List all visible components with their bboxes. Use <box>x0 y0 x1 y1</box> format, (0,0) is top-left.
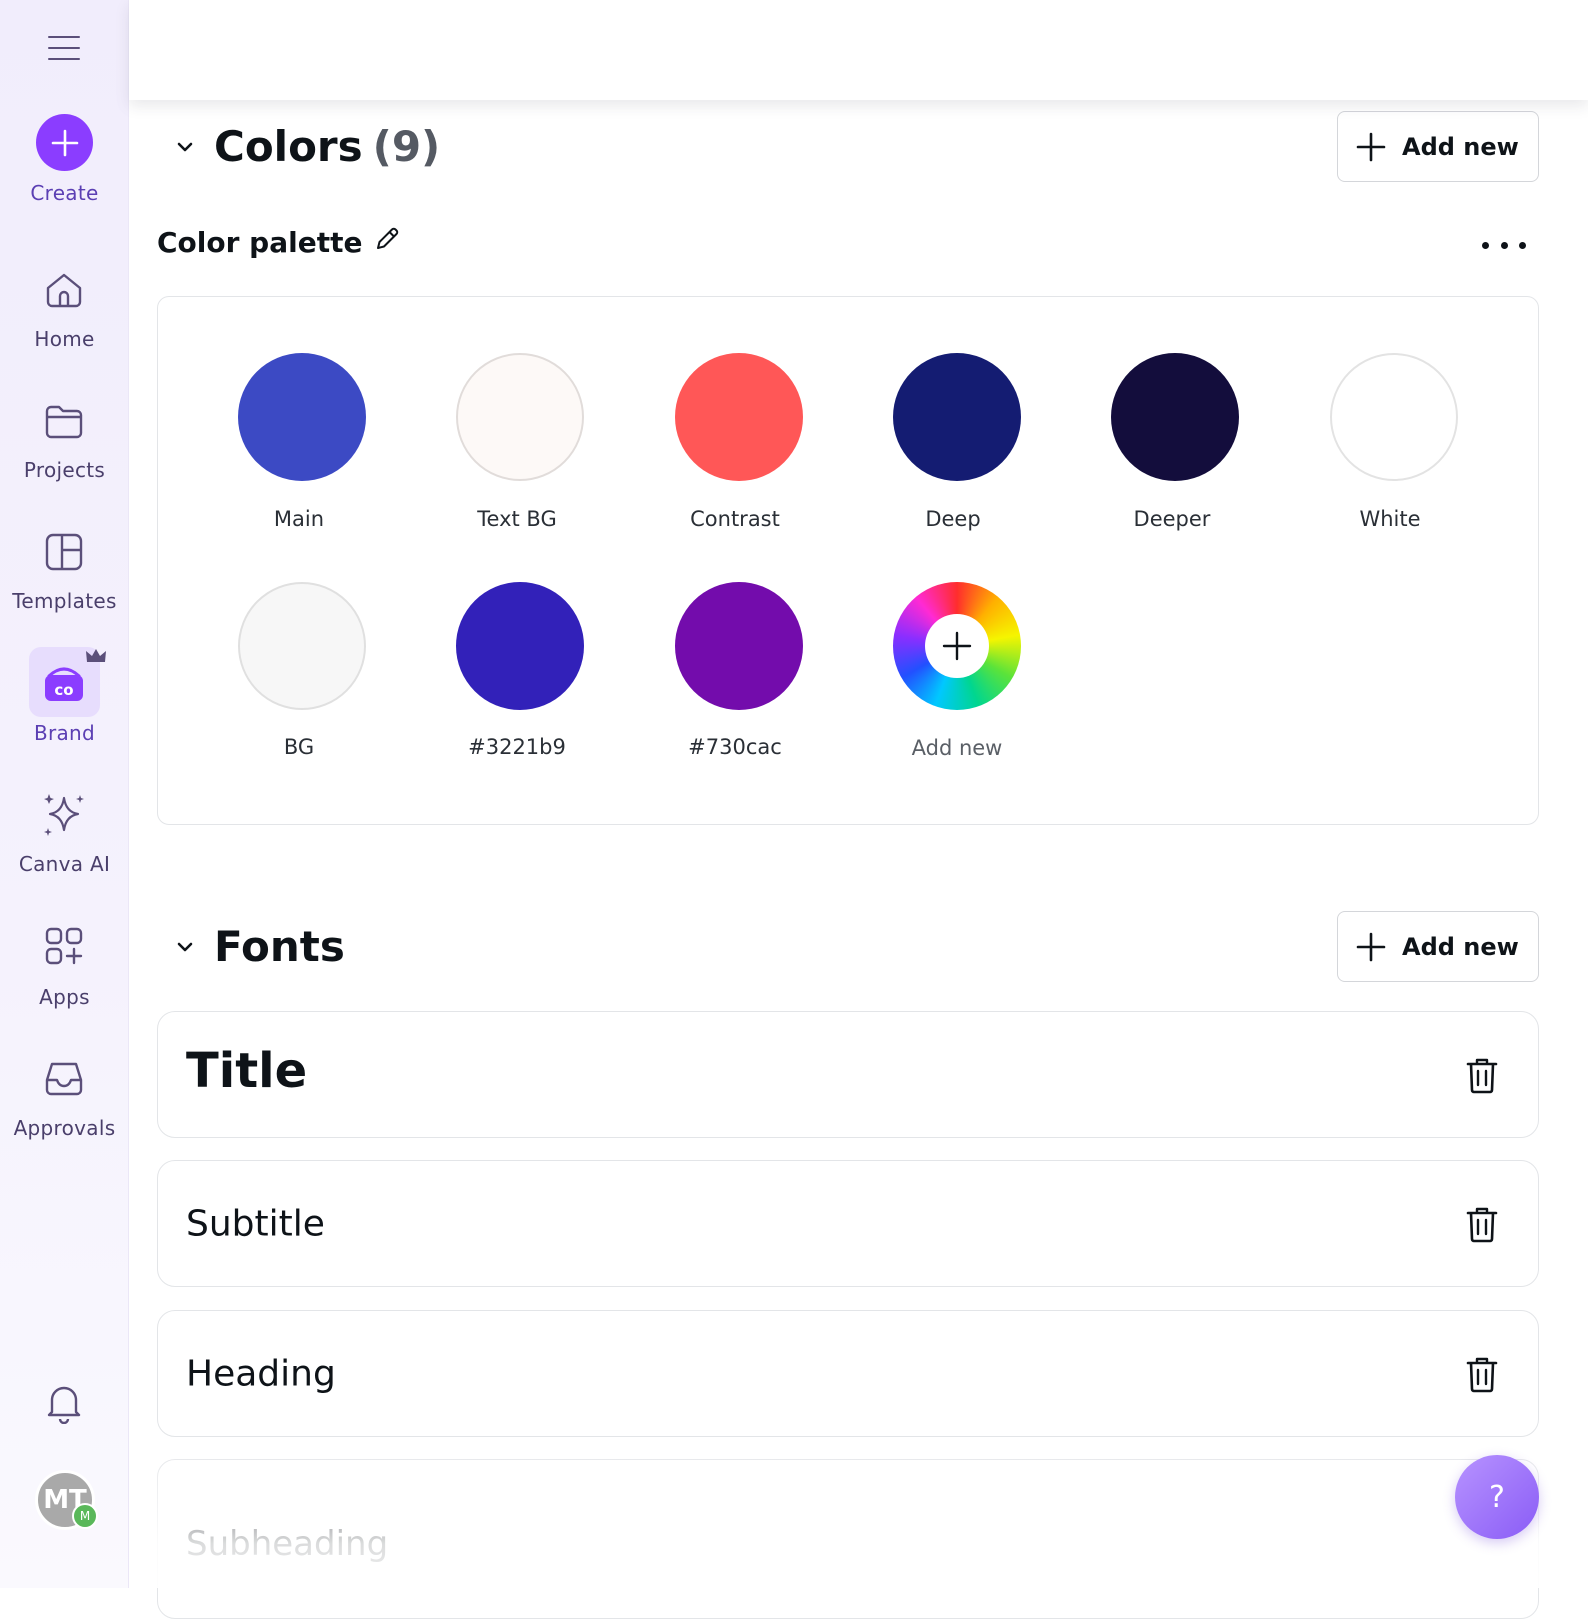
add-swatch-label: Add new <box>911 736 1003 760</box>
menu-icon[interactable] <box>48 36 80 64</box>
avatar-badge: M <box>72 1503 98 1529</box>
font-name: Subtitle <box>186 1203 325 1244</box>
colors-count: (9) <box>372 122 441 171</box>
font-row-heading[interactable]: Heading <box>157 1310 1539 1437</box>
help-label: ? <box>1489 1479 1505 1515</box>
swatch-label: Deeper <box>1133 507 1211 531</box>
sidebar-item-approvals[interactable]: Approvals <box>0 1116 129 1140</box>
swatch-deeper[interactable] <box>1111 353 1239 481</box>
add-color-label: Add new <box>1402 132 1519 161</box>
sidebar: Create Home Projects Templates co Brand … <box>0 0 129 1588</box>
font-row-title[interactable]: Title <box>157 1011 1539 1138</box>
swatch-label: #3221b9 <box>468 735 566 759</box>
palette-title-text: Color palette <box>157 226 363 259</box>
plus-icon <box>1356 932 1386 961</box>
sidebar-item-projects[interactable]: Projects <box>0 458 129 482</box>
add-font-button[interactable]: Add new <box>1337 911 1539 982</box>
add-color-button[interactable]: Add new <box>1337 111 1539 182</box>
swatch-label: White <box>1359 507 1421 531</box>
swatch-730cac[interactable] <box>675 582 803 710</box>
fonts-title: Fonts <box>214 922 345 971</box>
palette-title: Color palette <box>157 226 400 259</box>
font-name: Title <box>186 1042 308 1099</box>
trash-icon[interactable] <box>1464 1205 1500 1243</box>
font-row-subtitle[interactable]: Subtitle <box>157 1160 1539 1287</box>
trash-icon[interactable] <box>1464 1355 1500 1393</box>
colors-section-header: Colors (9) <box>170 122 440 171</box>
add-color-swatch-button[interactable] <box>893 582 1021 710</box>
apps-icon[interactable] <box>40 922 88 970</box>
swatch-label: Text BG <box>477 507 557 531</box>
fonts-section-header: Fonts <box>170 922 345 971</box>
swatch-text-bg[interactable] <box>456 353 584 481</box>
sidebar-item-brand-label: Brand <box>33 721 96 745</box>
trash-icon[interactable] <box>1464 1056 1500 1094</box>
swatch-label: #730cac <box>688 735 782 759</box>
add-font-label: Add new <box>1402 932 1519 961</box>
plus-icon <box>942 631 972 661</box>
sparkle-icon[interactable] <box>40 790 88 838</box>
create-label: Create <box>30 181 99 205</box>
swatch-contrast[interactable] <box>675 353 803 481</box>
top-bar <box>129 0 1588 100</box>
colors-title: Colors <box>214 122 363 171</box>
swatch-label: Main <box>273 507 325 531</box>
sidebar-item-canva-ai[interactable]: Canva AI <box>0 852 129 876</box>
swatch-label: Contrast <box>690 507 780 531</box>
sidebar-item-apps[interactable]: Apps <box>0 985 129 1009</box>
pencil-icon[interactable] <box>374 226 400 259</box>
font-row-subheading[interactable]: Subheading <box>157 1459 1539 1619</box>
swatch-bg[interactable] <box>238 582 366 710</box>
brand-icon: co <box>40 658 88 706</box>
swatch-3221b9[interactable] <box>456 582 584 710</box>
home-icon[interactable] <box>40 266 88 314</box>
more-options-icon[interactable] <box>1482 232 1526 258</box>
plus-icon <box>51 129 78 156</box>
sidebar-item-templates[interactable]: Templates <box>0 589 129 613</box>
font-name: Heading <box>186 1353 336 1394</box>
templates-icon[interactable] <box>40 528 88 576</box>
swatch-label: BG <box>283 735 315 759</box>
inbox-icon[interactable] <box>40 1054 88 1102</box>
chevron-down-icon[interactable] <box>170 932 200 962</box>
bell-icon[interactable] <box>40 1378 88 1426</box>
help-button[interactable]: ? <box>1455 1455 1539 1539</box>
folder-icon[interactable] <box>40 397 88 445</box>
create-button[interactable] <box>36 114 93 171</box>
brand-logo-text: co <box>54 681 73 699</box>
plus-icon <box>1356 132 1386 161</box>
swatch-deep[interactable] <box>893 353 1021 481</box>
font-name: Subheading <box>186 1524 389 1564</box>
swatch-label: Deep <box>925 507 981 531</box>
sidebar-item-home[interactable]: Home <box>0 327 129 351</box>
swatch-white[interactable] <box>1330 353 1458 481</box>
chevron-down-icon[interactable] <box>170 132 200 162</box>
swatch-main[interactable] <box>238 353 366 481</box>
